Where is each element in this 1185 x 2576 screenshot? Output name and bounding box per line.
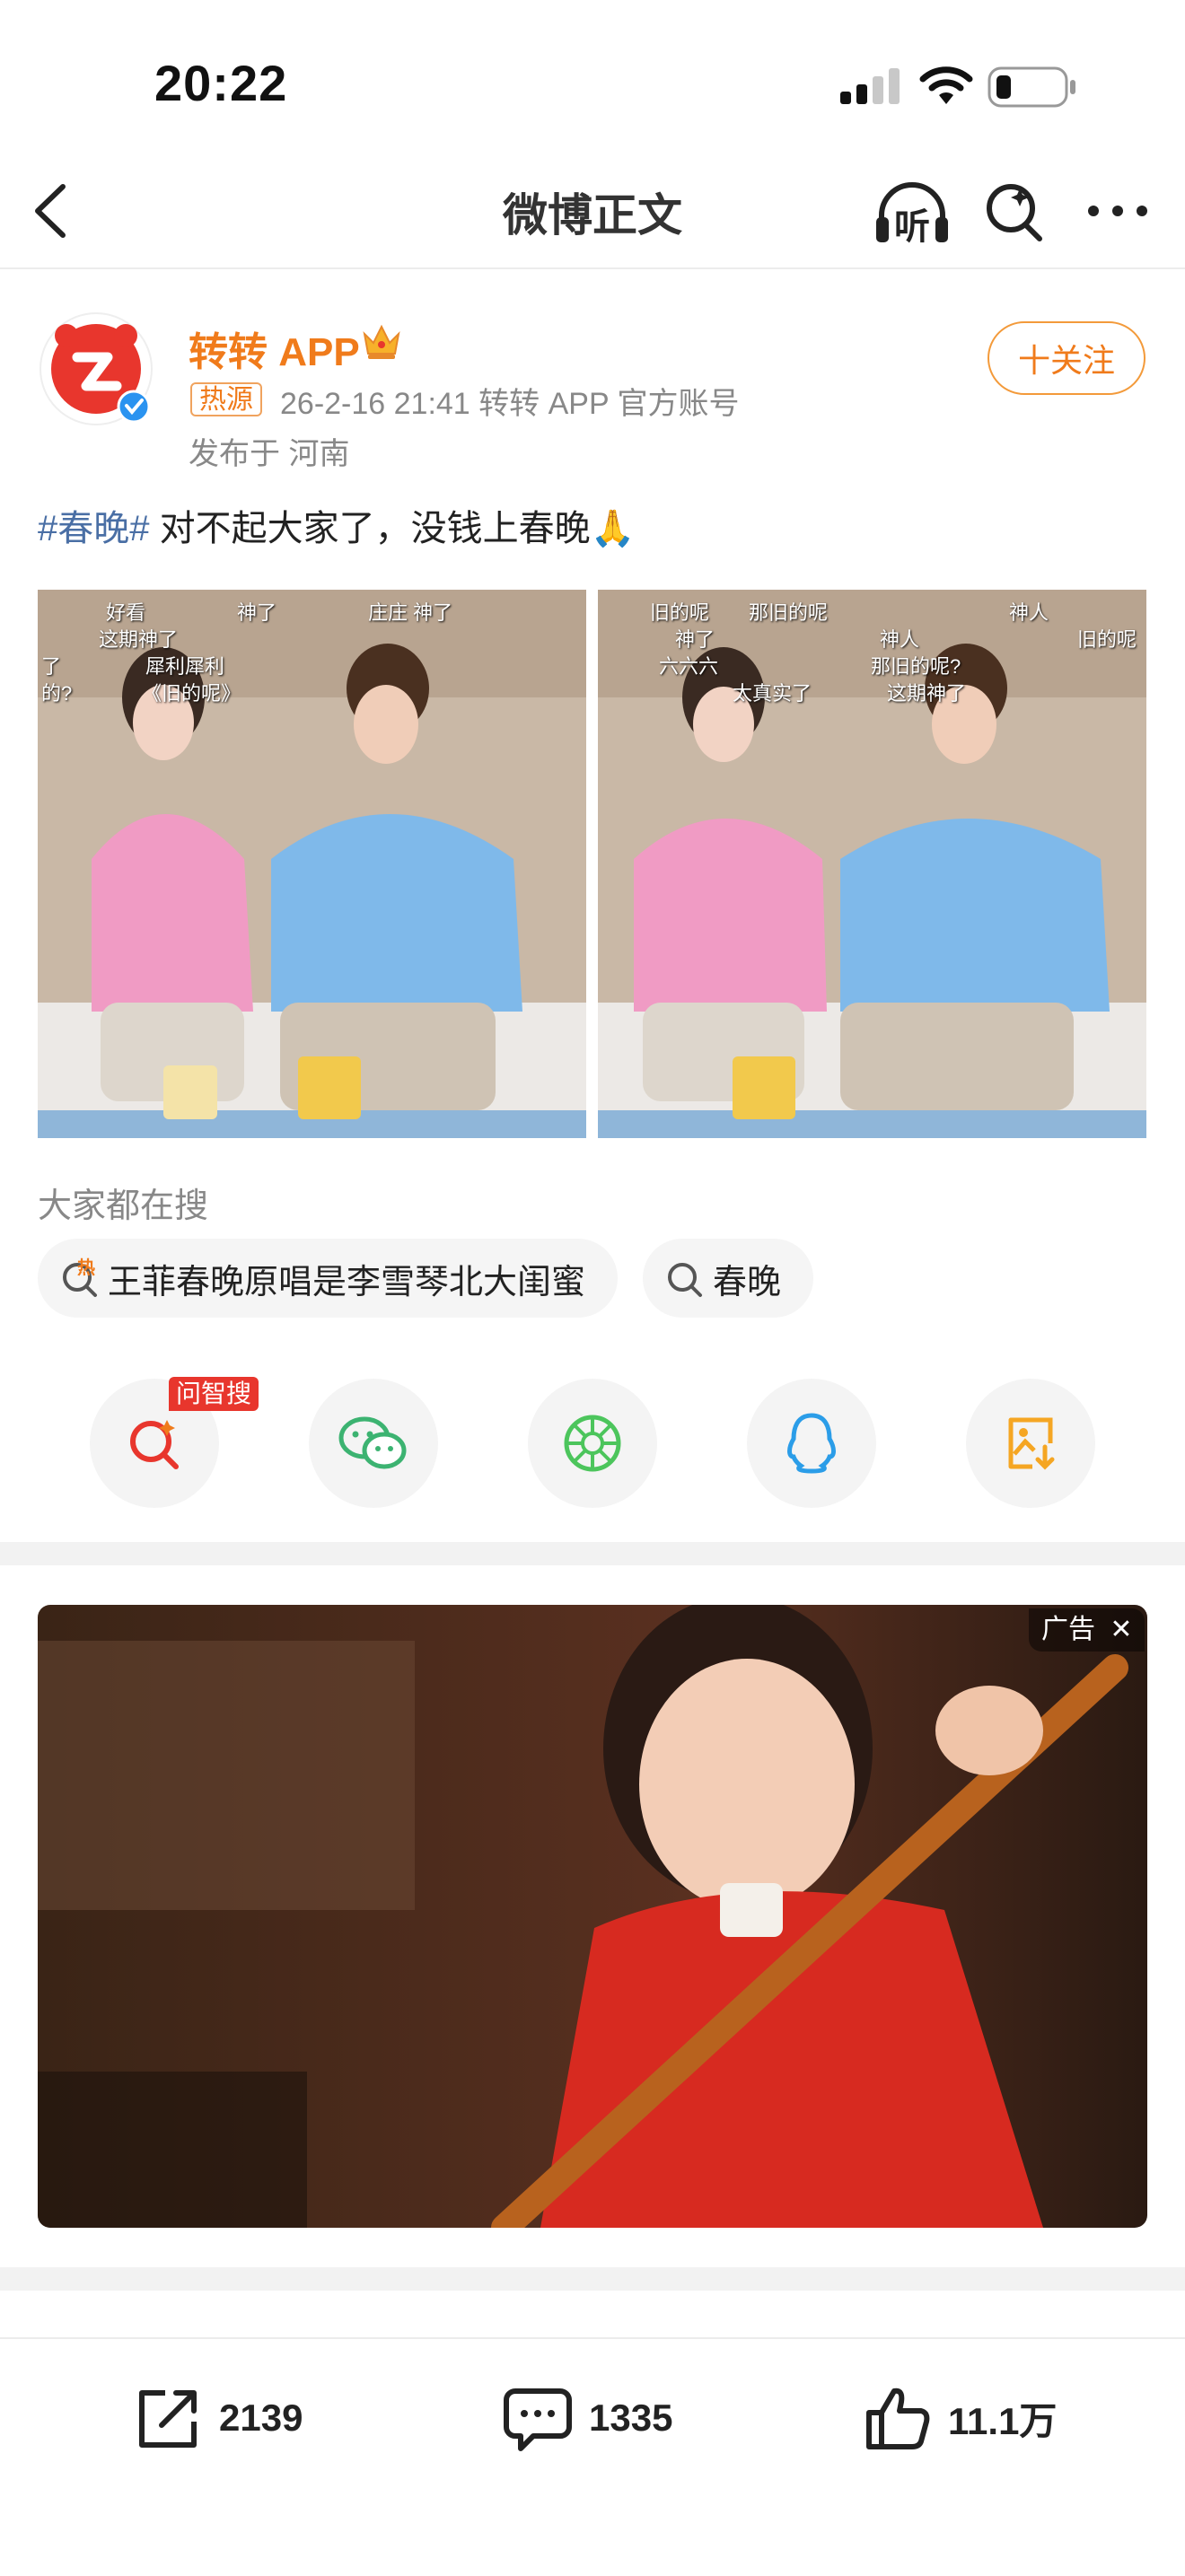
share-qq-button[interactable] [747, 1379, 876, 1508]
searching-label: 大家都在搜 [38, 1187, 209, 1225]
search-chip-text: 王菲春晚原唱是李雪琴北大闺蜜 [108, 1263, 586, 1301]
section-divider [0, 2267, 1185, 2291]
danmaku-caption: 好看 [106, 601, 146, 624]
wifi-icon [919, 65, 973, 110]
listen-button[interactable]: 听 [874, 178, 950, 247]
ad-label: 广告 [1041, 1615, 1095, 1644]
signal-icon [840, 68, 900, 109]
nav-divider [0, 267, 1185, 269]
save-image-button[interactable] [966, 1379, 1095, 1508]
more-dots-icon [1088, 206, 1147, 216]
status-time: 20:22 [154, 55, 288, 111]
danmaku-caption: 神人 [1009, 601, 1049, 624]
danmaku-caption: 神了 [675, 628, 715, 651]
search-chip[interactable]: 热 王菲春晚原唱是李雪琴北大闺蜜 [38, 1239, 619, 1318]
ad-tag[interactable]: 广告 ✕ [1029, 1608, 1146, 1652]
post-image-1[interactable]: 好看 神了 庄庄 神了 这期神了 犀利犀利 《旧的呢》 了 的? [38, 590, 586, 1138]
danmaku-caption: 旧的呢 [650, 601, 710, 624]
share-wechat-button[interactable] [309, 1379, 438, 1508]
like-button[interactable]: 11.1万 [864, 2384, 1057, 2452]
post-location: 发布于 河南 [189, 437, 350, 471]
danmaku-caption: 太真实了 [733, 682, 812, 705]
danmaku-caption: 这期神了 [887, 682, 967, 705]
search-chip-text: 春晚 [713, 1263, 782, 1301]
post-meta: 26-2-16 21:41 转转 APP 官方账号 [280, 387, 740, 421]
listen-label: 听 [894, 207, 930, 247]
like-count: 11.1万 [948, 2399, 1058, 2442]
verified-icon [117, 390, 151, 428]
danmaku-caption: 《旧的呢》 [142, 682, 241, 705]
repost-button[interactable]: 2139 [135, 2384, 303, 2452]
danmaku-caption: 那旧的呢? [871, 655, 961, 678]
search-icon [987, 184, 1042, 241]
ad-banner[interactable] [38, 1605, 1147, 2228]
comment-icon [504, 2388, 572, 2451]
share-moments-button[interactable] [528, 1379, 657, 1508]
wechat-icon [338, 1416, 407, 1469]
section-divider [0, 1542, 1185, 1565]
hot-search-icon: 热 [59, 1258, 99, 1298]
comment-button[interactable]: 1335 [503, 2384, 672, 2452]
follow-button[interactable]: 十关注 [988, 321, 1146, 395]
danmaku-caption: 神了 [237, 601, 277, 624]
danmaku-caption: 这期神了 [99, 628, 179, 651]
search-chip[interactable]: 春晚 [643, 1239, 814, 1318]
search-button[interactable] [984, 180, 1045, 244]
ai-search-icon [130, 1420, 179, 1469]
thumbs-up-icon [866, 2388, 930, 2449]
search-icon [668, 1263, 702, 1297]
danmaku-caption: 庄庄 神了 [368, 601, 453, 624]
save-image-icon [1008, 1417, 1055, 1470]
author-name[interactable]: 转转 APP [189, 320, 360, 377]
post-text: #春晚# 对不起大家了，没钱上春晚🙏 [38, 499, 635, 551]
moments-icon [564, 1415, 621, 1472]
post-image-2[interactable]: 旧的呢 那旧的呢 神人 神了 神人 旧的呢 六六六 那旧的呢? 太真实了 这期神… [598, 590, 1146, 1138]
qq-icon [787, 1413, 836, 1474]
danmaku-caption: 六六六 [659, 655, 719, 678]
danmaku-caption: 那旧的呢 [749, 601, 829, 624]
battery-icon [988, 66, 1077, 112]
crown-icon [361, 321, 402, 365]
bottom-action-bar [0, 2337, 1185, 2576]
repost-icon [139, 2390, 197, 2448]
post-body: 对不起大家了，没钱上春晚🙏 [149, 509, 636, 548]
comment-count: 1335 [589, 2396, 673, 2439]
hot-mark: 热 [77, 1258, 95, 1278]
hashtag-link[interactable]: #春晚# [38, 509, 150, 548]
more-button[interactable] [1086, 197, 1149, 224]
hot-source-badge: 热源 [190, 382, 262, 416]
danmaku-caption: 旧的呢 [1077, 628, 1137, 651]
ai-search-badge: 问智搜 [169, 1377, 259, 1411]
danmaku-caption: 的? [41, 682, 73, 705]
close-icon[interactable]: ✕ [1110, 1615, 1132, 1644]
danmaku-caption: 了 [41, 655, 62, 678]
danmaku-caption: 犀利犀利 [145, 655, 225, 678]
repost-count: 2139 [219, 2396, 303, 2439]
danmaku-caption: 神人 [880, 628, 920, 651]
